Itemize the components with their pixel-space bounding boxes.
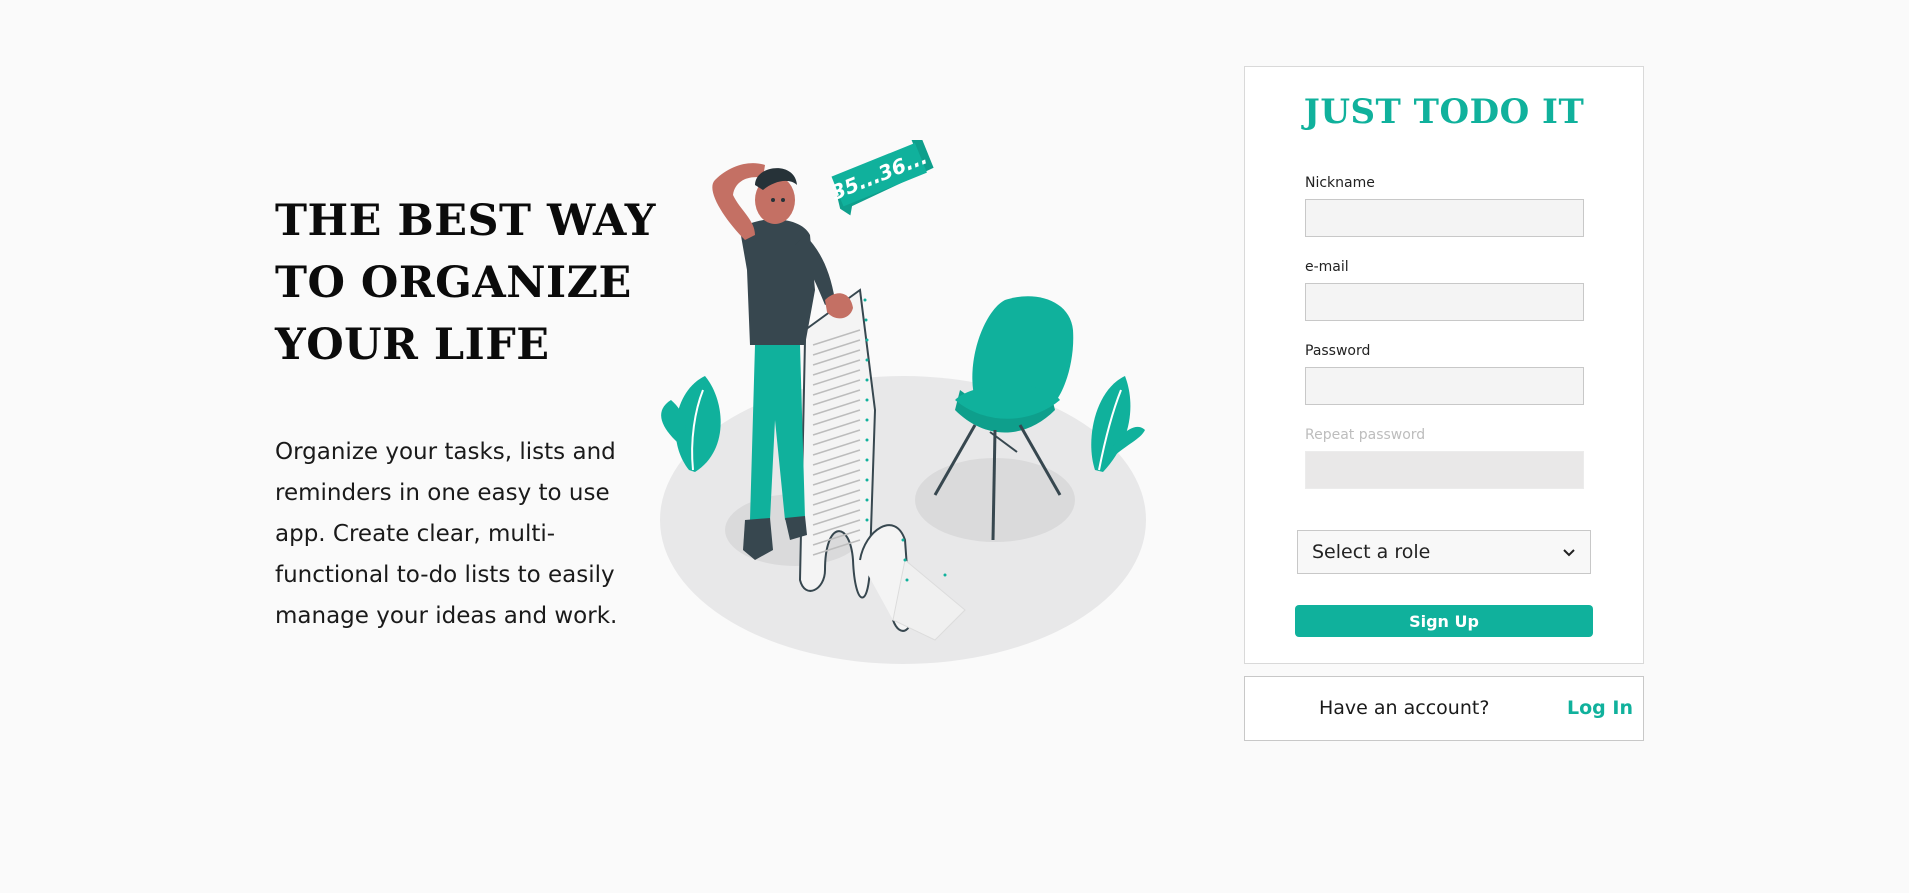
email-input[interactable] xyxy=(1305,283,1584,321)
hero-title: THE BEST WAY TO ORGANIZE YOUR LIFE xyxy=(275,190,665,376)
nickname-input[interactable] xyxy=(1305,199,1584,237)
role-select[interactable]: Select a role xyxy=(1297,530,1591,574)
role-select-value: Select a role xyxy=(1312,541,1431,563)
signup-form: Nickname e-mail Password Repeat password xyxy=(1305,175,1585,511)
email-label: e-mail xyxy=(1305,259,1349,275)
repeat-password-field-group: Repeat password xyxy=(1305,427,1585,489)
hero-description: Organize your tasks, lists and reminders… xyxy=(275,439,618,629)
sign-up-button[interactable]: Sign Up xyxy=(1295,605,1593,637)
counting-bubble: 35...36... xyxy=(828,139,934,216)
hero-title-line-3: YOUR LIFE xyxy=(275,320,550,370)
log-in-link[interactable]: Log In xyxy=(1567,697,1633,719)
repeat-password-input xyxy=(1305,451,1584,489)
nickname-field-group: Nickname xyxy=(1305,175,1585,237)
hero-title-line-2: TO ORGANIZE xyxy=(275,258,632,308)
hero-section: THE BEST WAY TO ORGANIZE YOUR LIFE Organ… xyxy=(275,190,665,637)
password-label: Password xyxy=(1305,343,1371,359)
login-prompt: Have an account? xyxy=(1319,697,1490,719)
login-card: Have an account? Log In xyxy=(1244,676,1644,741)
hero-illustration: 35...36... xyxy=(655,139,1155,670)
password-field-group: Password xyxy=(1305,343,1585,405)
hero-title-line-1: THE BEST WAY xyxy=(275,196,656,246)
repeat-password-label: Repeat password xyxy=(1305,427,1426,443)
email-field-group: e-mail xyxy=(1305,259,1585,321)
person-with-list-illustration: 35...36... xyxy=(660,139,1146,664)
nickname-label: Nickname xyxy=(1305,175,1375,191)
signup-card: JUST TODO IT Nickname e-mail Password Re… xyxy=(1244,66,1644,664)
chevron-down-icon xyxy=(1563,549,1575,557)
brand-title: JUST TODO IT xyxy=(1303,92,1585,132)
password-input[interactable] xyxy=(1305,367,1584,405)
